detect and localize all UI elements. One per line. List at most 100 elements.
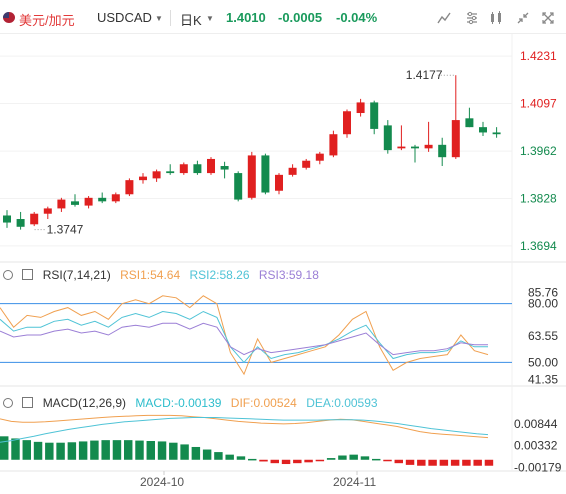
dif-value: DIF:0.00524 <box>230 396 297 410</box>
candle-up <box>288 167 297 175</box>
macd-bar-positive <box>112 440 122 460</box>
rsi-title: RSI(7,14,21) <box>42 268 111 282</box>
macd-bar-positive <box>191 446 201 460</box>
macd-bar-negative <box>439 459 449 466</box>
macd-bar-negative <box>270 459 279 464</box>
high-label: 1.4177 <box>406 68 443 82</box>
macd-bar-positive <box>169 442 178 460</box>
macd-bar-positive <box>33 441 43 460</box>
candle-up <box>356 102 365 114</box>
macd-bar-positive <box>101 440 110 460</box>
candle-up <box>84 197 93 206</box>
price-change-pct: -0.04% <box>336 10 378 25</box>
chart-toolbar: 美元/加元 USDCAD ▼ 日K ▼ 1.4010 -0.0005 -0.04… <box>0 0 566 34</box>
settings-icon[interactable] <box>22 397 34 408</box>
macd-tick-label: 0.00844 <box>514 417 558 431</box>
eye-icon[interactable] <box>3 398 13 408</box>
eye-icon[interactable] <box>3 270 13 280</box>
candle-up <box>451 120 460 158</box>
macd-bar-negative <box>462 459 471 466</box>
chart-type-icon[interactable] <box>437 11 451 25</box>
macd-bar-negative <box>304 459 313 463</box>
macd-value: MACD:-0.00139 <box>135 396 222 410</box>
price-change: -0.0005 <box>278 10 323 25</box>
candle-down <box>465 118 474 128</box>
candle-up <box>343 111 351 135</box>
rsi-tick-label: 50.00 <box>528 355 558 369</box>
symbol-name[interactable]: 美元/加元 <box>19 10 75 29</box>
candle-up <box>179 164 188 174</box>
toolbar-divider <box>170 10 171 26</box>
candle-up <box>302 160 311 168</box>
candle-up <box>247 155 256 198</box>
price-tick-label: 1.3828 <box>520 192 557 206</box>
fullscreen-icon[interactable] <box>541 11 555 25</box>
macd-bar-negative <box>428 459 437 466</box>
us-flag-icon <box>3 12 15 23</box>
indicator-icon[interactable] <box>465 11 479 25</box>
candle-down <box>370 102 379 129</box>
macd-bar-positive <box>225 454 234 460</box>
macd-bar-negative <box>473 459 482 466</box>
candle-up <box>315 153 324 161</box>
candle-down <box>220 166 229 170</box>
macd-bar-positive <box>45 442 54 460</box>
rsi-tick-label: 63.55 <box>528 329 558 343</box>
macd-title: MACD(12,26,9) <box>42 396 127 410</box>
settings-icon[interactable] <box>22 269 34 280</box>
symbol-dropdown-icon[interactable]: ▼ <box>155 14 163 23</box>
macd-bar-positive <box>124 440 133 460</box>
candle-down <box>234 173 243 200</box>
candle-up <box>125 180 134 195</box>
candle-up <box>275 174 283 191</box>
candle-up <box>207 158 215 174</box>
symbol-code[interactable]: USDCAD <box>97 10 152 25</box>
price-tick-label: 1.4231 <box>520 49 557 63</box>
period-dropdown-icon[interactable]: ▼ <box>206 14 214 23</box>
shrink-icon[interactable] <box>516 11 530 25</box>
macd-bar-negative <box>417 459 426 466</box>
rsi1-value: RSI1:54.64 <box>120 268 181 282</box>
macd-bar-positive <box>338 455 347 460</box>
candle-down <box>166 171 175 174</box>
macd-bar-positive <box>360 456 370 460</box>
macd-tick-label: 0.00332 <box>514 439 558 453</box>
macd-bar-positive <box>78 441 88 460</box>
macd-bar-negative <box>450 459 460 466</box>
time-tick-label: 2024-11 <box>333 475 376 489</box>
dea-line <box>0 417 489 443</box>
price-tick-label: 1.4097 <box>520 96 557 110</box>
period-selector[interactable]: 日K <box>180 10 202 29</box>
candle-up <box>329 134 338 156</box>
rsi3-value: RSI3:59.18 <box>258 268 319 282</box>
candle-down <box>492 132 501 135</box>
macd-bar-negative <box>383 459 392 462</box>
candle-up <box>152 171 161 179</box>
candle-down <box>438 144 447 158</box>
macd-bar-positive <box>67 442 77 460</box>
macd-bar-positive <box>135 440 144 460</box>
macd-bar-positive <box>22 440 31 460</box>
rsi-tick-label: 41.35 <box>528 372 558 386</box>
macd-bar-positive <box>349 454 358 460</box>
candle-down <box>479 127 487 133</box>
macd-bar-positive <box>202 449 212 460</box>
candle-up <box>111 194 120 202</box>
macd-bar-negative <box>293 459 302 464</box>
low-label: 1.3747 <box>47 223 84 237</box>
candle-down <box>16 219 25 227</box>
macd-tick-label: -0.00179 <box>514 460 562 474</box>
price-tick-label: 1.3694 <box>520 239 557 253</box>
macd-bar-negative <box>394 459 403 464</box>
candle-down <box>71 201 79 205</box>
macd-bar-negative <box>281 459 291 465</box>
macd-bar-positive <box>180 444 189 460</box>
drawing-icon[interactable] <box>489 11 503 25</box>
macd-bar-positive <box>11 438 20 460</box>
chart-area[interactable]: 1.4177 1.3747 1.4231 1.4097 1.3962 1.3828 1.3… <box>0 34 566 494</box>
last-price: 1.4010 <box>226 10 266 25</box>
macd-bar-positive <box>248 458 257 461</box>
price-tick-label: 1.3962 <box>520 144 557 158</box>
candle-down <box>98 197 107 202</box>
candle-down <box>261 155 270 193</box>
